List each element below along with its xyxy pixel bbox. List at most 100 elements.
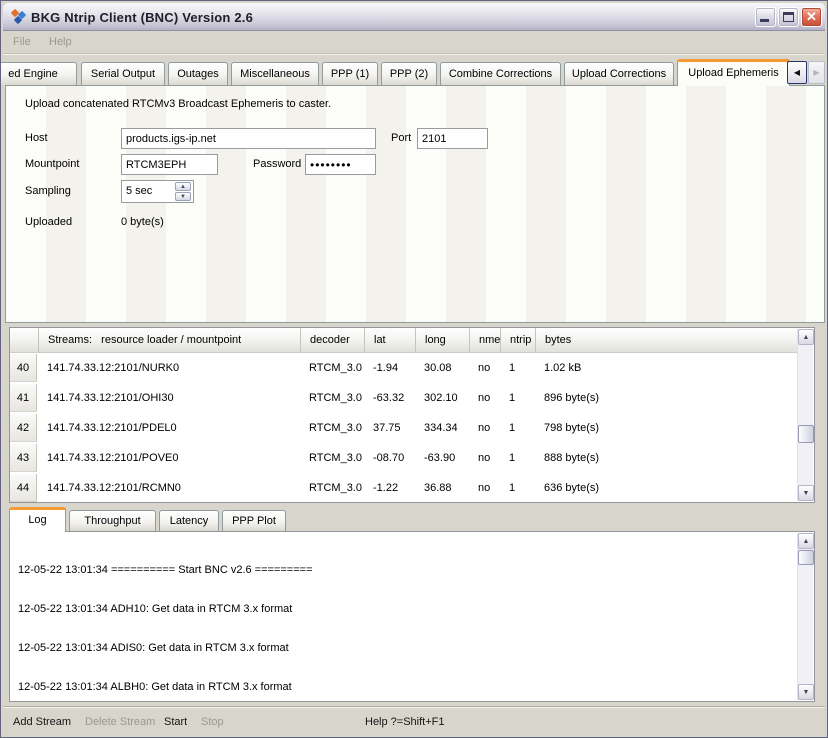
stop-button[interactable]: Stop xyxy=(201,716,224,728)
tab-scroll-right-button[interactable]: ▶ xyxy=(808,61,825,84)
add-stream-button[interactable]: Add Stream xyxy=(13,716,71,728)
cell-ntrip: 1 xyxy=(500,383,535,413)
cell-bytes: 896 byte(s) xyxy=(535,383,795,413)
tab-latency[interactable]: Latency xyxy=(159,510,219,531)
col-header-long[interactable]: long xyxy=(415,328,469,352)
col-header-bytes[interactable]: bytes xyxy=(535,328,795,352)
menu-help[interactable]: Help xyxy=(49,36,72,48)
minimize-button[interactable] xyxy=(755,7,776,27)
table-row[interactable]: 42 141.74.33.12:2101/PDEL0 RTCM_3.0 37.7… xyxy=(10,413,797,443)
cell-ntrip: 1 xyxy=(500,443,535,473)
scroll-up-icon: ▲ xyxy=(803,334,810,341)
log-line: 12-05-22 13:01:34 ADH10: Get data in RTC… xyxy=(18,603,788,616)
start-button[interactable]: Start xyxy=(164,716,187,728)
col-header-nmea[interactable]: nmea xyxy=(469,328,500,352)
scrollbar-down-button[interactable]: ▼ xyxy=(798,684,814,700)
cell-nmea: no xyxy=(469,443,500,473)
close-button[interactable]: ✕ xyxy=(801,7,822,27)
scrollbar-up-button[interactable]: ▲ xyxy=(798,329,814,345)
cell-stream: 141.74.33.12:2101/NURK0 xyxy=(38,353,300,383)
table-row[interactable]: 40 141.74.33.12:2101/NURK0 RTCM_3.0 -1.9… xyxy=(10,353,797,383)
log-line: 12-05-22 13:01:34 ALBH0: Get data in RTC… xyxy=(18,681,788,694)
tab-label: ed Engine xyxy=(8,68,58,80)
tab-label: PPP (2) xyxy=(390,68,428,80)
tab-upload-ephemeris[interactable]: Upload Ephemeris xyxy=(677,59,790,86)
streams-table: Streams: resource loader / mountpoint de… xyxy=(9,327,815,503)
host-input[interactable] xyxy=(121,128,376,149)
row-number: 41 xyxy=(10,384,37,412)
cell-stream: 141.74.33.12:2101/OHI30 xyxy=(38,383,300,413)
host-label: Host xyxy=(25,132,48,144)
tab-label: Outages xyxy=(177,68,219,80)
uploaded-value: 0 byte(s) xyxy=(121,216,164,228)
delete-stream-button[interactable]: Delete Stream xyxy=(85,716,155,728)
menu-file[interactable]: File xyxy=(13,36,31,48)
spin-up-button[interactable]: ▲ xyxy=(175,182,191,191)
spin-buttons: ▲ ▼ xyxy=(175,182,191,201)
col-header-ntrip[interactable]: ntrip xyxy=(500,328,535,352)
tab-label: Miscellaneous xyxy=(240,68,310,80)
tab-label: Log xyxy=(28,514,46,526)
help-shortcut-label: Help ?=Shift+F1 xyxy=(365,716,445,728)
cell-lat: -08.70 xyxy=(364,443,415,473)
tab-miscellaneous[interactable]: Miscellaneous xyxy=(231,62,319,85)
cell-decoder: RTCM_3.0 xyxy=(300,353,364,383)
log-line: 12-05-22 13:01:34 ========== Start BNC v… xyxy=(18,564,788,577)
cell-bytes: 888 byte(s) xyxy=(535,443,795,473)
scrollbar-thumb[interactable] xyxy=(798,425,814,443)
mountpoint-label: Mountpoint xyxy=(25,158,79,170)
upload-ephemeris-panel xyxy=(5,85,825,323)
cell-ntrip: 1 xyxy=(500,413,535,443)
sampling-value: 5 sec xyxy=(126,185,152,197)
streams-scrollbar[interactable]: ▲ ▼ xyxy=(797,329,813,501)
tab-label: Latency xyxy=(170,515,209,527)
tab-scroll-left-button[interactable]: ◀ xyxy=(787,61,807,84)
cell-lat: -1.94 xyxy=(364,353,415,383)
tab-log[interactable]: Log xyxy=(9,507,66,532)
tab-outages[interactable]: Outages xyxy=(168,62,228,85)
scroll-down-icon: ▼ xyxy=(803,689,810,696)
col-header-lat[interactable]: lat xyxy=(364,328,415,352)
spin-down-button[interactable]: ▼ xyxy=(175,192,191,201)
cell-ntrip: 1 xyxy=(500,473,535,503)
table-row[interactable]: 44 141.74.33.12:2101/RCMN0 RTCM_3.0 -1.2… xyxy=(10,473,797,503)
scroll-right-icon: ▶ xyxy=(813,68,819,77)
cell-nmea: no xyxy=(469,353,500,383)
tab-ppp-plot[interactable]: PPP Plot xyxy=(222,510,286,531)
tab-serial-output[interactable]: Serial Output xyxy=(81,62,165,85)
tab-throughput[interactable]: Throughput xyxy=(69,510,156,531)
scrollbar-thumb[interactable] xyxy=(798,550,814,565)
cell-nmea: no xyxy=(469,473,500,503)
table-row[interactable]: 43 141.74.33.12:2101/POVE0 RTCM_3.0 -08.… xyxy=(10,443,797,473)
cell-bytes: 1.02 kB xyxy=(535,353,795,383)
scrollbar-up-button[interactable]: ▲ xyxy=(798,533,814,549)
cell-long: 30.08 xyxy=(415,353,469,383)
cell-lat: 37.75 xyxy=(364,413,415,443)
window-title: BKG Ntrip Client (BNC) Version 2.6 xyxy=(31,10,253,25)
sampling-spinbox[interactable]: 5 sec ▲ ▼ xyxy=(121,180,194,203)
tab-combine-corrections[interactable]: Combine Corrections xyxy=(440,62,561,85)
tab-upload-corrections[interactable]: Upload Corrections xyxy=(564,62,674,85)
col-header-streams[interactable]: Streams: resource loader / mountpoint xyxy=(38,328,300,352)
tab-feed-engine[interactable]: ed Engine xyxy=(0,62,77,85)
col-header-number xyxy=(10,328,38,352)
maximize-button[interactable] xyxy=(778,7,799,27)
mountpoint-input[interactable] xyxy=(121,154,218,175)
tab-ppp-1[interactable]: PPP (1) xyxy=(322,62,378,85)
log-scrollbar[interactable]: ▲ ▼ xyxy=(797,533,813,700)
scroll-down-icon: ▼ xyxy=(803,490,810,497)
cell-ntrip: 1 xyxy=(500,353,535,383)
tab-ppp-2[interactable]: PPP (2) xyxy=(381,62,437,85)
scroll-left-icon: ◀ xyxy=(794,68,800,77)
scrollbar-down-button[interactable]: ▼ xyxy=(798,485,814,501)
sampling-label: Sampling xyxy=(25,185,71,197)
uploaded-label: Uploaded xyxy=(25,216,72,228)
cell-long: -63.90 xyxy=(415,443,469,473)
title-bar[interactable]: BKG Ntrip Client (BNC) Version 2.6 ✕ xyxy=(3,3,825,31)
port-input[interactable] xyxy=(417,128,488,149)
cell-bytes: 798 byte(s) xyxy=(535,413,795,443)
table-row[interactable]: 41 141.74.33.12:2101/OHI30 RTCM_3.0 -63.… xyxy=(10,383,797,413)
password-input[interactable] xyxy=(305,154,376,175)
col-header-decoder[interactable]: decoder xyxy=(300,328,364,352)
cell-long: 36.88 xyxy=(415,473,469,503)
